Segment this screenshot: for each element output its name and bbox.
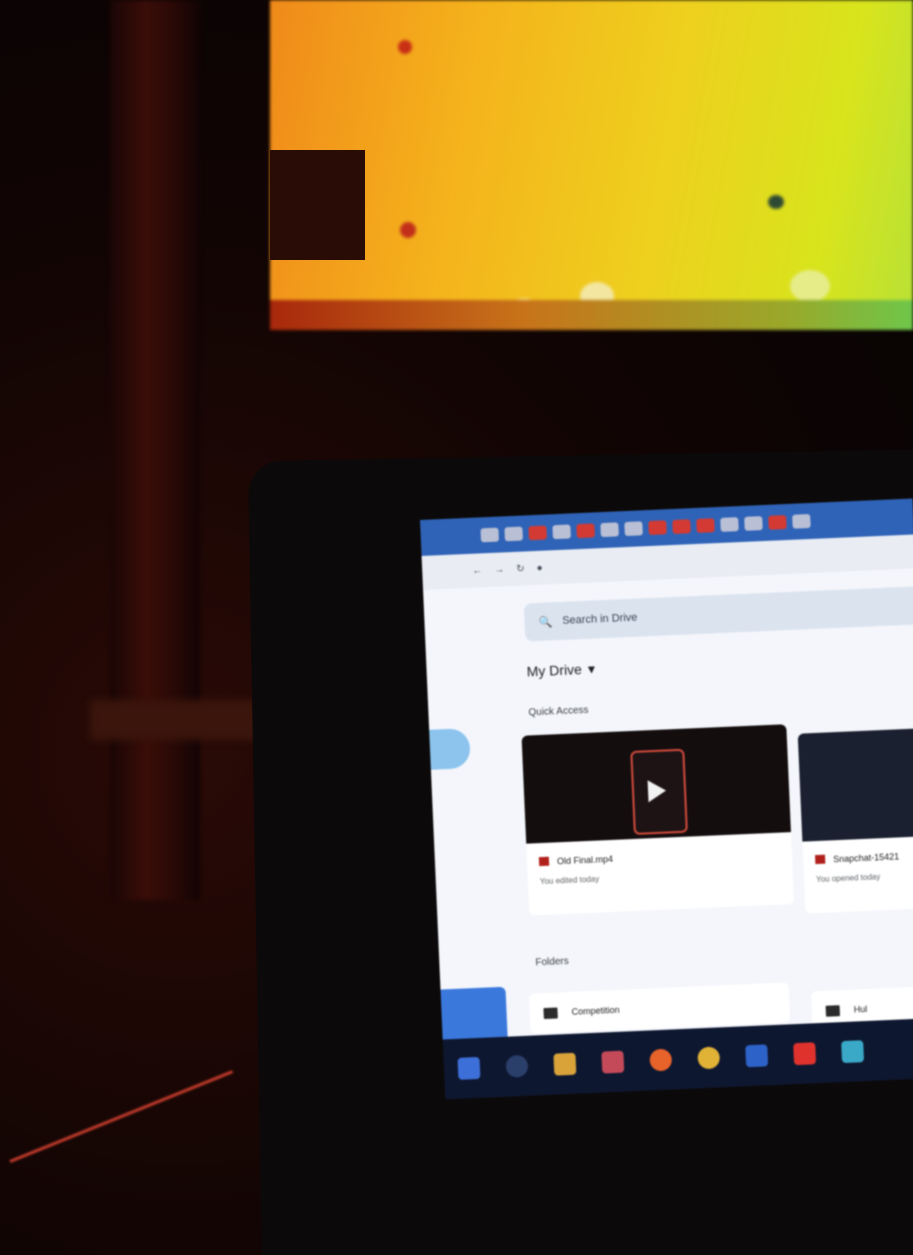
file-name: Old Final.mp4 <box>556 853 614 867</box>
browser-tab[interactable] <box>624 521 643 537</box>
browser-tab[interactable] <box>792 513 811 529</box>
monitor-bottom-shade <box>270 300 913 330</box>
back-arrow-icon[interactable]: ← <box>472 565 482 576</box>
windows-icon[interactable] <box>457 1056 481 1080</box>
blurred-red-dot <box>398 40 412 54</box>
video-file-icon <box>538 856 550 867</box>
blurred-dark-dot <box>768 195 784 209</box>
page-title-text: My Drive <box>526 661 583 680</box>
search-icon: 🔍 <box>538 615 553 629</box>
folders-label: Folders <box>535 955 569 969</box>
browser-tab[interactable] <box>720 517 739 532</box>
folder-name: Competition <box>571 1004 620 1017</box>
file-name: Snapchat-15421 <box>832 851 900 865</box>
folder-name: Hul <box>853 1003 868 1015</box>
search-placeholder: Search in Drive <box>561 611 638 627</box>
file-thumbnail <box>797 722 913 842</box>
drive-page: 🔍 Search in Drive My Drive ▾ Quick Acces… <box>420 568 913 1076</box>
firefox-icon[interactable] <box>649 1048 673 1072</box>
laptop-screen: ← → ↻ ● 🔍 Search in Drive My Drive ▾ Qui… <box>420 498 913 1100</box>
quick-access-label: Quick Access <box>528 704 589 719</box>
store-icon[interactable] <box>745 1044 769 1068</box>
browser-tab[interactable] <box>528 525 547 541</box>
browser-tab[interactable] <box>768 515 787 530</box>
file-thumbnail <box>521 724 791 844</box>
youtube-icon[interactable] <box>793 1042 817 1066</box>
background-monitor <box>270 0 913 330</box>
file-meta: You edited today <box>539 874 600 887</box>
blurred-light-blob <box>790 270 830 302</box>
page-title[interactable]: My Drive ▾ <box>526 661 595 681</box>
photos-icon[interactable] <box>841 1040 865 1064</box>
folder-icon <box>825 1004 841 1017</box>
forward-arrow-icon[interactable]: → <box>494 564 504 575</box>
video-file-icon <box>814 854 826 865</box>
browser-tab[interactable] <box>504 526 523 542</box>
media-icon[interactable] <box>601 1050 625 1074</box>
floor-light-streak <box>9 1070 234 1163</box>
photo-scene: ← → ↻ ● 🔍 Search in Drive My Drive ▾ Qui… <box>0 0 913 1255</box>
browser-tab[interactable] <box>552 524 571 540</box>
phone-thumbnail <box>630 748 688 835</box>
blurred-red-dot <box>400 222 416 238</box>
search-icon[interactable] <box>505 1054 529 1078</box>
files-icon[interactable] <box>553 1052 577 1076</box>
browser-tab[interactable] <box>648 520 667 536</box>
browser-tab[interactable] <box>480 527 500 543</box>
browser-tab[interactable] <box>600 522 619 538</box>
folder-icon <box>543 1006 558 1019</box>
browser-tab[interactable] <box>672 519 691 534</box>
quick-access-card[interactable]: Snapchat-15421 You opened today <box>797 722 913 914</box>
chevron-down-icon: ▾ <box>587 660 596 677</box>
file-meta: You opened today <box>815 872 881 885</box>
monitor-dark-notch <box>270 150 365 260</box>
play-icon <box>647 779 667 803</box>
site-info-icon[interactable]: ● <box>536 562 543 573</box>
browser-tab[interactable] <box>696 518 715 533</box>
browser-tab[interactable] <box>744 516 763 531</box>
reload-icon[interactable]: ↻ <box>516 563 525 574</box>
chrome-icon[interactable] <box>697 1046 721 1070</box>
browser-tab[interactable] <box>576 523 595 539</box>
background-pole <box>110 0 200 900</box>
quick-access-card[interactable]: Old Final.mp4 You edited today <box>521 724 795 916</box>
search-input[interactable]: 🔍 Search in Drive <box>523 585 913 642</box>
